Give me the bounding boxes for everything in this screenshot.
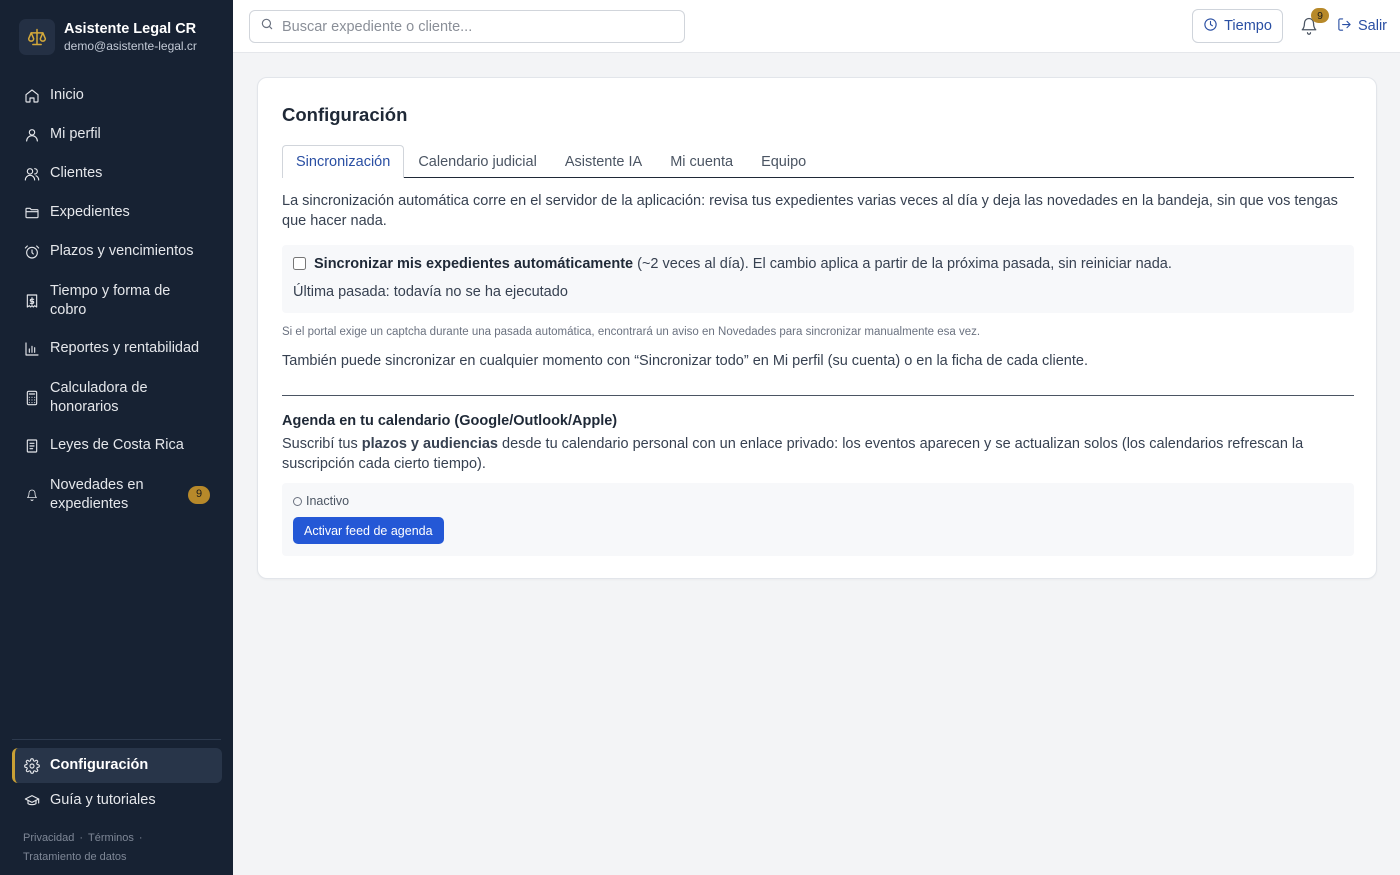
- brand[interactable]: Asistente Legal CR demo@asistente-legal.…: [19, 19, 197, 55]
- auto-sync-checkbox[interactable]: [293, 256, 306, 270]
- sidebar-item-inicio[interactable]: Inicio: [12, 76, 222, 115]
- home-icon: [24, 88, 40, 104]
- time-button[interactable]: Tiempo: [1192, 9, 1283, 43]
- sidebar-item-configuracion[interactable]: Configuración: [12, 748, 222, 783]
- sidebar-item-calculadora[interactable]: Calculadora de honorarios: [12, 368, 222, 426]
- auto-sync-label: Sincronizar mis expedientes automáticame…: [314, 256, 1172, 272]
- privacy-link[interactable]: Privacidad: [23, 832, 74, 844]
- agenda-desc-pre: Suscribí tus: [282, 436, 362, 452]
- sidebar-item-label: Clientes: [50, 164, 103, 181]
- logout-icon: [1337, 17, 1358, 36]
- status-circle-icon: [293, 496, 302, 506]
- sidebar-item-label: Calculadora de honorarios: [50, 379, 148, 416]
- activate-feed-button[interactable]: Activar feed de agenda: [293, 517, 444, 544]
- auto-sync-label-rest: (~2 veces al día). El cambio aplica a pa…: [633, 256, 1172, 272]
- sidebar-item-label: Novedades en expedientes: [50, 476, 144, 513]
- agenda-section-title: Agenda en tu calendario (Google/Outlook/…: [282, 413, 618, 429]
- top-bar: Tiempo 9 Salir: [233, 0, 1400, 53]
- logout-button[interactable]: Salir: [1337, 16, 1387, 36]
- sidebar-item-tiempo-cobro[interactable]: Tiempo y forma de cobro: [12, 271, 222, 329]
- sidebar-item-leyes[interactable]: Leyes de Costa Rica: [12, 426, 222, 465]
- separator-dot: ·: [79, 832, 84, 844]
- sidebar-nav: Inicio Mi perfil Clientes Expedientes Pl…: [12, 76, 222, 523]
- sidebar-item-label: Expedientes: [50, 203, 130, 220]
- footer-links: Privacidad · Términos · Tratamiento de dato…: [23, 829, 223, 866]
- logout-label: Salir: [1358, 18, 1388, 34]
- last-run-status: Última pasada: todavía no se ha ejecutad…: [293, 284, 568, 300]
- search-box[interactable]: [249, 10, 685, 43]
- search-icon: [260, 17, 274, 36]
- sidebar-item-novedades[interactable]: Novedades en expedientes 9: [12, 465, 222, 523]
- sidebar-item-mi-perfil[interactable]: Mi perfil: [12, 115, 222, 154]
- time-button-label: Tiempo: [1224, 18, 1272, 34]
- sidebar-item-label: Inicio: [50, 86, 84, 103]
- tab-calendario-judicial[interactable]: Calendario judicial: [404, 145, 551, 178]
- terms-link[interactable]: Términos: [88, 832, 134, 844]
- sidebar-item-label: Guía y tutoriales: [50, 791, 156, 808]
- auto-sync-label-bold: Sincronizar mis expedientes automáticame…: [314, 256, 634, 272]
- captcha-note: Si el portal exige un captcha durante un…: [282, 326, 981, 338]
- feed-status: Inactivo: [293, 494, 349, 508]
- users-icon: [24, 166, 40, 182]
- bell-icon: [1300, 17, 1318, 39]
- tab-asistente-ia[interactable]: Asistente IA: [551, 145, 656, 178]
- auto-sync-option[interactable]: Sincronizar mis expedientes automáticame…: [293, 256, 1172, 272]
- sidebar-item-label: Mi perfil: [50, 125, 101, 142]
- section-divider: [282, 395, 1354, 396]
- agenda-desc-bold: plazos y audiencias: [361, 436, 498, 452]
- folder-icon: [24, 205, 40, 221]
- tab-sincronizacion[interactable]: Sincronización: [282, 145, 405, 178]
- sidebar-item-label: Tiempo y forma de cobro: [50, 282, 171, 319]
- page-title: Configuración: [282, 104, 408, 125]
- agenda-description: Suscribí tus plazos y audiencias desde t…: [282, 435, 1322, 474]
- sidebar-item-clientes[interactable]: Clientes: [12, 154, 222, 193]
- sidebar-item-label: Configuración: [50, 756, 149, 773]
- alarm-clock-icon: [24, 244, 40, 260]
- receipt-icon: [24, 293, 40, 309]
- user-email: demo@asistente-legal.cr: [64, 39, 197, 53]
- bell-icon: [24, 487, 40, 503]
- sidebar-item-label: Reportes y rentabilidad: [50, 339, 200, 356]
- sidebar-divider: [12, 739, 221, 740]
- sidebar-item-guia[interactable]: Guía y tutoriales: [12, 783, 222, 818]
- feed-status-label: Inactivo: [306, 494, 350, 508]
- settings-card: Configuración Sincronización Calendario …: [257, 77, 1377, 579]
- calculator-icon: [24, 390, 40, 406]
- sidebar: Asistente Legal CR demo@asistente-legal.…: [0, 0, 233, 875]
- search-input[interactable]: [282, 18, 672, 35]
- document-icon: [24, 438, 40, 454]
- graduation-cap-icon: [24, 793, 40, 809]
- sidebar-item-label: Leyes de Costa Rica: [50, 436, 184, 453]
- agenda-feed-panel: Inactivo Activar feed de agenda: [282, 483, 1354, 556]
- gear-icon: [24, 757, 40, 774]
- scales-icon: [19, 19, 55, 55]
- data-treatment-link[interactable]: Tratamiento de datos: [23, 851, 127, 863]
- sidebar-item-plazos[interactable]: Plazos y vencimientos: [12, 232, 222, 271]
- sidebar-item-label: Plazos y vencimientos: [50, 242, 194, 259]
- sync-intro-text: La sincronización automática corre en el…: [282, 193, 1338, 229]
- notifications-button[interactable]: 9: [1300, 8, 1329, 39]
- novedades-count-badge: 9: [188, 486, 210, 504]
- separator-dot: ·: [138, 832, 143, 844]
- user-icon: [24, 127, 40, 143]
- tab-equipo[interactable]: Equipo: [747, 145, 820, 178]
- tab-mi-cuenta[interactable]: Mi cuenta: [656, 145, 747, 178]
- auto-sync-panel: Sincronizar mis expedientes automáticame…: [282, 245, 1354, 313]
- sidebar-item-expedientes[interactable]: Expedientes: [12, 193, 222, 232]
- sidebar-item-reportes[interactable]: Reportes y rentabilidad: [12, 329, 222, 368]
- clock-icon: [1203, 17, 1224, 36]
- app-name: Asistente Legal CR: [64, 21, 197, 37]
- bar-chart-icon: [24, 341, 40, 357]
- manual-sync-note: También puede sincronizar en cualquier m…: [282, 353, 1088, 369]
- sidebar-bottom-nav: Configuración Guía y tutoriales: [12, 748, 222, 818]
- settings-tabs: Sincronización Calendario judicial Asist…: [282, 145, 1354, 178]
- notification-count-badge: 9: [1311, 8, 1329, 23]
